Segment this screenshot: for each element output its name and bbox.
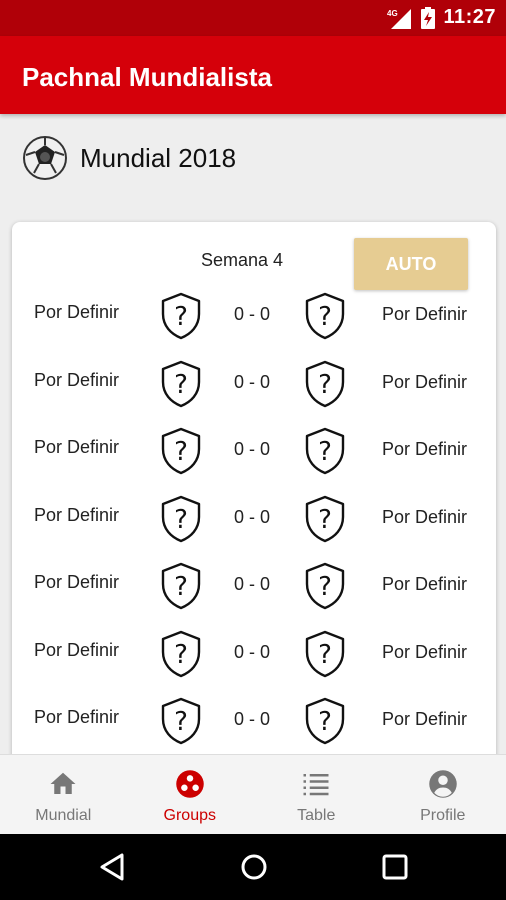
home-team-name: Por Definir: [34, 707, 120, 727]
home-team-name: Por Definir: [34, 302, 120, 322]
tournament-header[interactable]: Mundial 2018: [22, 134, 236, 182]
groups-icon: [176, 770, 204, 798]
svg-text:?: ?: [174, 707, 188, 737]
match-score: 0 - 0: [234, 439, 271, 459]
nav-label-table: Table: [297, 807, 336, 824]
match-row[interactable]: Por Definir? 0 - 0? Por Definir: [12, 630, 496, 690]
svg-text:?: ?: [318, 302, 332, 332]
home-team-name: Por Definir: [34, 504, 120, 525]
status-bar: 4G 11:27: [0, 0, 506, 36]
shield-question-icon: ?: [305, 562, 345, 610]
match-row[interactable]: Por Definir? 0 - 0? Por Definir: [12, 360, 496, 420]
away-team-name: Por Definir: [382, 439, 468, 459]
shield-question-icon: ?: [161, 292, 201, 340]
app-title: Pachnal Mundialista: [22, 62, 272, 92]
nav-label-mundial: Mundial: [35, 807, 92, 824]
home-team-name: Por Definir: [34, 572, 120, 592]
away-team-name: Por Definir: [382, 371, 468, 392]
match-score: 0 - 0: [234, 641, 271, 662]
nav-item-mundial[interactable]: Mundial: [0, 755, 127, 834]
svg-text:?: ?: [318, 370, 332, 400]
match-row[interactable]: Por Definir? 0 - 0? Por Definir: [12, 495, 496, 555]
app-bar: Pachnal Mundialista: [0, 36, 506, 114]
match-row[interactable]: Por Definir? 0 - 0? Por Definir: [12, 292, 496, 352]
list-icon: [303, 774, 329, 796]
svg-text:?: ?: [318, 640, 332, 670]
match-row[interactable]: Por Definir? 0 - 0? Por Definir: [12, 427, 496, 487]
svg-text:?: ?: [174, 572, 188, 602]
svg-text:?: ?: [318, 707, 332, 737]
svg-text:?: ?: [174, 437, 188, 467]
svg-text:?: ?: [318, 505, 332, 535]
soccer-ball-icon: [23, 136, 67, 180]
nav-item-groups[interactable]: Groups: [127, 755, 254, 834]
svg-text:?: ?: [174, 640, 188, 670]
match-score: 0 - 0: [234, 304, 271, 324]
home-icon: [50, 772, 76, 794]
shield-question-icon: ?: [305, 427, 345, 475]
home-team-name: Por Definir: [34, 639, 120, 660]
home-circle-icon[interactable]: [239, 852, 269, 882]
svg-text:?: ?: [318, 437, 332, 467]
status-time: 11:27: [443, 6, 496, 28]
match-row[interactable]: Por Definir? 0 - 0? Por Definir: [12, 562, 496, 622]
shield-question-icon: ?: [305, 630, 345, 677]
signal-4g-icon: 4G: [387, 8, 412, 29]
nav-item-profile[interactable]: Profile: [380, 755, 506, 834]
nav-item-table[interactable]: Table: [253, 755, 380, 834]
shield-question-icon: ?: [161, 630, 201, 677]
tournament-name: Mundial 2018: [80, 142, 237, 173]
away-team-name: Por Definir: [382, 641, 468, 662]
home-team-name: Por Definir: [34, 369, 120, 390]
week-label-text: Semana 4: [200, 250, 284, 270]
nav-label-profile: Profile: [420, 807, 466, 824]
shield-question-icon: ?: [161, 697, 201, 745]
shield-question-icon: ?: [305, 697, 345, 745]
account-icon: [429, 770, 457, 798]
shield-question-icon: ?: [161, 360, 201, 407]
svg-text:?: ?: [174, 302, 188, 332]
svg-text:?: ?: [174, 505, 188, 535]
shield-question-icon: ?: [161, 562, 201, 610]
shield-question-icon: ?: [161, 427, 201, 475]
bottom-navigation: Mundial Groups Table Profile: [0, 754, 506, 834]
match-score: 0 - 0: [234, 506, 271, 527]
match-score: 0 - 0: [234, 574, 271, 594]
away-team-name: Por Definir: [382, 506, 468, 527]
match-score: 0 - 0: [234, 371, 271, 392]
auto-button[interactable]: AUTO: [354, 238, 468, 290]
battery-charging-icon: [421, 6, 436, 29]
shield-question-icon: ?: [161, 495, 201, 542]
svg-text:4G: 4G: [387, 9, 398, 18]
nav-label-groups: Groups: [163, 807, 216, 824]
shield-question-icon: ?: [305, 292, 345, 340]
shield-question-icon: ?: [305, 495, 345, 542]
system-navigation-bar: [0, 834, 506, 900]
away-team-name: Por Definir: [382, 574, 468, 594]
match-score: 0 - 0: [234, 709, 271, 729]
recents-icon[interactable]: [380, 852, 410, 882]
home-team-name: Por Definir: [34, 437, 120, 457]
svg-text:?: ?: [174, 370, 188, 400]
svg-text:?: ?: [318, 572, 332, 602]
away-team-name: Por Definir: [382, 304, 468, 324]
away-team-name: Por Definir: [382, 709, 468, 729]
match-row[interactable]: Por Definir? 0 - 0? Por Definir: [12, 697, 496, 757]
matches-card: Semana 4 AUTO Por Definir? 0 - 0? Por Defi…: [12, 222, 496, 762]
status-icons: 4G 11:27: [387, 6, 496, 29]
shield-question-icon: ?: [305, 360, 345, 407]
back-icon[interactable]: [98, 852, 128, 882]
